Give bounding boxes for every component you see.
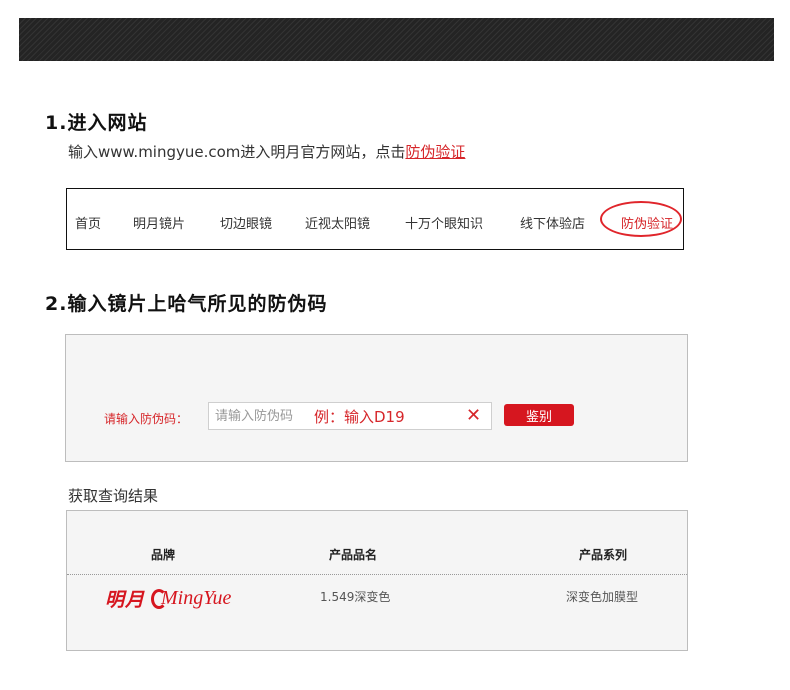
verify-button[interactable]: 鉴别	[504, 404, 574, 426]
step1-description: 输入www.mingyue.com进入明月官方网站，点击防伪验证	[68, 141, 465, 162]
mingyue-logo: 明月 MingYue	[105, 583, 231, 613]
brand-logo-cn: 明月	[105, 588, 146, 611]
anti-fake-link[interactable]: 防伪验证	[405, 143, 465, 161]
step1-desc-text: 输入www.mingyue.com进入明月官方网站，点击	[68, 143, 406, 161]
nav-item-rimless-glasses[interactable]: 切边眼镜	[220, 213, 272, 232]
step2-title: 2.输入镜片上哈气所见的防伪码	[45, 293, 328, 315]
verify-form-panel: 请输入防伪码： 例：输入D19 ✕ 鉴别	[65, 334, 688, 462]
clear-icon[interactable]: ✕	[466, 404, 481, 428]
nav-item-home[interactable]: 首页	[75, 213, 101, 232]
code-label: 请输入防伪码：	[104, 412, 189, 426]
nav-item-anti-fake[interactable]: 防伪验证	[621, 213, 673, 232]
row-divider	[67, 574, 687, 575]
nav-item-eye-knowledge[interactable]: 十万个眼知识	[405, 213, 483, 232]
result-table: 品牌 产品品名 产品系列 明月 MingYue 1.549深变色 深变色加膜型	[66, 510, 688, 651]
nav-item-lenses[interactable]: 明月镜片	[133, 213, 185, 232]
column-header-brand: 品牌	[151, 548, 176, 562]
column-header-product-series: 产品系列	[579, 548, 628, 562]
product-series-cell: 深变色加膜型	[566, 590, 639, 604]
brand-logo-en: MingYue	[151, 587, 231, 610]
nav-item-offline-store[interactable]: 线下体验店	[520, 213, 585, 232]
top-banner	[19, 18, 774, 61]
nav-item-myopia-sunglasses[interactable]: 近视太阳镜	[305, 213, 370, 232]
column-header-product-name: 产品品名	[329, 548, 378, 562]
result-title: 获取查询结果	[68, 487, 159, 505]
step1-title: 1.进入网站	[45, 112, 148, 134]
brand-logo-en-text: MingYue	[161, 586, 232, 609]
product-name-cell: 1.549深变色	[320, 590, 391, 604]
site-navbar-screenshot: 首页 明月镜片 切边眼镜 近视太阳镜 十万个眼知识 线下体验店 防伪验证	[66, 188, 684, 250]
anti-fake-code-input[interactable]	[208, 402, 492, 430]
